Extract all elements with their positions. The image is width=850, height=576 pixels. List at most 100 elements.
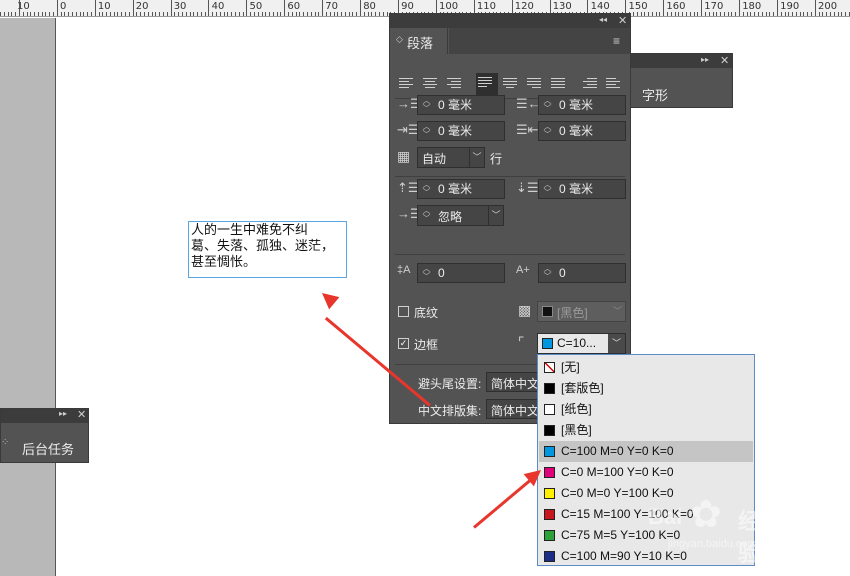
align-left-icon[interactable] <box>399 76 417 92</box>
chevron-down-icon[interactable]: ﹀ <box>610 302 625 321</box>
stepper-icon[interactable]: ︿ ﹀ <box>420 181 433 197</box>
panel-menu-icon[interactable]: ≡ <box>613 34 620 48</box>
ruler-tick <box>386 12 388 16</box>
stepper-icon[interactable]: ︿ ﹀ <box>541 181 554 197</box>
stepper-icon[interactable]: ︿ ﹀ <box>420 97 433 113</box>
ruler-tick <box>200 12 202 16</box>
swatch-label: C=0 M=0 Y=100 K=0 <box>561 486 674 500</box>
justify-right-icon[interactable] <box>527 76 545 92</box>
swatch-icon <box>544 530 555 541</box>
chevron-down-icon[interactable]: ﹀ <box>488 206 503 225</box>
panel-header[interactable] <box>1 409 88 423</box>
ruler-tick <box>64 12 66 16</box>
glyph-panel: ▸▸ ✕ 字形 <box>622 53 733 108</box>
swatch-list-item[interactable]: [纸色] <box>539 399 753 420</box>
divider <box>395 176 625 177</box>
tab-paragraph[interactable]: ◇ 段落 <box>390 28 448 54</box>
border-settings-icon[interactable]: ⌜ <box>518 334 525 351</box>
align-right-icon[interactable] <box>447 76 465 92</box>
ruler-label: 110 <box>476 1 496 12</box>
collapse-icon[interactable]: ◂◂ <box>599 15 607 24</box>
space-after-field[interactable]: ︿ ﹀ 0 毫米 <box>538 179 626 199</box>
baseline-grid-select[interactable]: 自动 ﹀ <box>417 147 485 168</box>
stepper-icon[interactable]: ︿ ﹀ <box>541 265 554 281</box>
panel-title[interactable]: 后台任务 <box>22 439 74 458</box>
first-line-indent-field[interactable]: ︿ ﹀ 0 毫米 <box>417 121 505 141</box>
ruler-tick <box>41 12 43 16</box>
ruler-tick <box>382 12 384 16</box>
swatch-icon <box>544 383 555 394</box>
stepper-icon[interactable]: ︿ ﹀ <box>420 207 433 223</box>
ruler-tick <box>121 12 123 16</box>
ruler-tick <box>26 12 28 16</box>
align-toward-spine-icon[interactable] <box>583 76 601 92</box>
swatch-list-item[interactable]: [无] <box>539 357 753 378</box>
swatch-icon <box>544 446 555 457</box>
drop-cap-chars-field[interactable]: ︿ ﹀ 0 <box>538 263 626 283</box>
drop-cap-lines-field[interactable]: ︿ ﹀ 0 <box>417 263 505 283</box>
drop-align-value: 忽略 <box>438 210 463 224</box>
ruler-tick <box>257 12 259 16</box>
close-icon[interactable]: ✕ <box>720 54 729 67</box>
swatch-list-item[interactable]: C=100 M=0 Y=0 K=0 <box>539 441 753 462</box>
space-before-field[interactable]: ︿ ﹀ 0 毫米 <box>417 179 505 199</box>
ruler-tick <box>53 12 55 16</box>
right-indent-field[interactable]: ︿ ﹀ 0 毫米 <box>538 95 626 115</box>
swatch-dropdown-list[interactable]: [无] [套版色] [纸色] [黑色] C=100 M=0 Y=0 K=0 C=0 M=1… <box>537 354 755 566</box>
close-icon[interactable]: ✕ <box>77 408 86 421</box>
ruler-tick <box>648 12 650 16</box>
stepper-icon[interactable]: ︿ ﹀ <box>541 97 554 113</box>
chevron-down-icon[interactable]: ﹀ <box>469 148 484 167</box>
ruler-tick <box>208 0 210 16</box>
ruler-tick <box>723 12 725 16</box>
panel-title[interactable]: 字形 <box>642 85 668 104</box>
shading-settings-icon[interactable]: ▩ <box>518 302 531 319</box>
justify-all-icon[interactable] <box>551 76 569 92</box>
ruler-label: 200 <box>818 1 838 12</box>
collapse-icon[interactable]: ▸▸ <box>59 409 67 418</box>
text-frame[interactable]: 人的一生中难免不纠 葛、失落、孤独、迷茫， 甚至惆怅。 <box>188 221 347 278</box>
space-after-icon: ⇣☰ <box>516 180 539 195</box>
border-color-select[interactable]: C=10... ﹀ <box>537 333 626 354</box>
swatch-label: [无] <box>561 360 580 374</box>
ruler-tick <box>348 12 350 16</box>
swatch-label: [纸色] <box>561 402 592 416</box>
swatch-icon <box>544 488 555 499</box>
border-checkbox[interactable]: ✓ <box>398 338 409 349</box>
align-away-spine-icon[interactable] <box>606 76 624 92</box>
justify-center-icon[interactable] <box>503 76 521 92</box>
close-icon[interactable]: ✕ <box>618 14 627 27</box>
panel-header[interactable] <box>390 14 630 28</box>
shading-label[interactable]: 底纹 <box>414 304 438 321</box>
stepper-icon[interactable]: ︿ ﹀ <box>541 123 554 139</box>
swatch-list-item[interactable]: [黑色] <box>539 420 753 441</box>
last-line-indent-field[interactable]: ︿ ﹀ 0 毫米 <box>538 121 626 141</box>
shading-color-select[interactable]: [黑色] ﹀ <box>537 301 626 322</box>
ruler-tick <box>269 12 271 16</box>
swatch-list-item[interactable]: C=0 M=100 Y=0 K=0 <box>539 462 753 483</box>
ruler-tick <box>246 0 248 16</box>
watermark-logo-text: Bai <box>648 504 683 529</box>
chevron-down-icon[interactable]: ﹀ <box>608 334 625 353</box>
collapse-icon[interactable]: ▸▸ <box>701 55 709 64</box>
panel-header[interactable] <box>623 54 732 68</box>
border-swatch <box>542 338 553 349</box>
ruler-tick <box>60 12 62 16</box>
ruler-label: 160 <box>666 1 686 12</box>
ruler-tick <box>37 12 39 16</box>
stepper-icon[interactable]: ︿ ﹀ <box>420 265 433 281</box>
align-center-icon[interactable] <box>423 76 441 92</box>
ruler-tick <box>360 0 362 16</box>
left-indent-field[interactable]: ︿ ﹀ 0 毫米 <box>417 95 505 115</box>
ruler-tick <box>754 12 756 16</box>
border-label[interactable]: 边框 <box>414 336 438 353</box>
ruler-tick <box>166 12 168 16</box>
justify-left-icon[interactable] <box>476 73 498 95</box>
ruler-tick <box>72 12 73 16</box>
shading-checkbox[interactable] <box>398 306 409 317</box>
swatch-list-item[interactable]: [套版色] <box>539 378 753 399</box>
ruler-tick <box>234 12 236 16</box>
last-line-indent-icon: ☰⇤ <box>516 122 539 137</box>
stepper-icon[interactable]: ︿ ﹀ <box>420 123 433 139</box>
drop-align-select[interactable]: ︿ ﹀ 忽略 ﹀ <box>417 205 504 226</box>
